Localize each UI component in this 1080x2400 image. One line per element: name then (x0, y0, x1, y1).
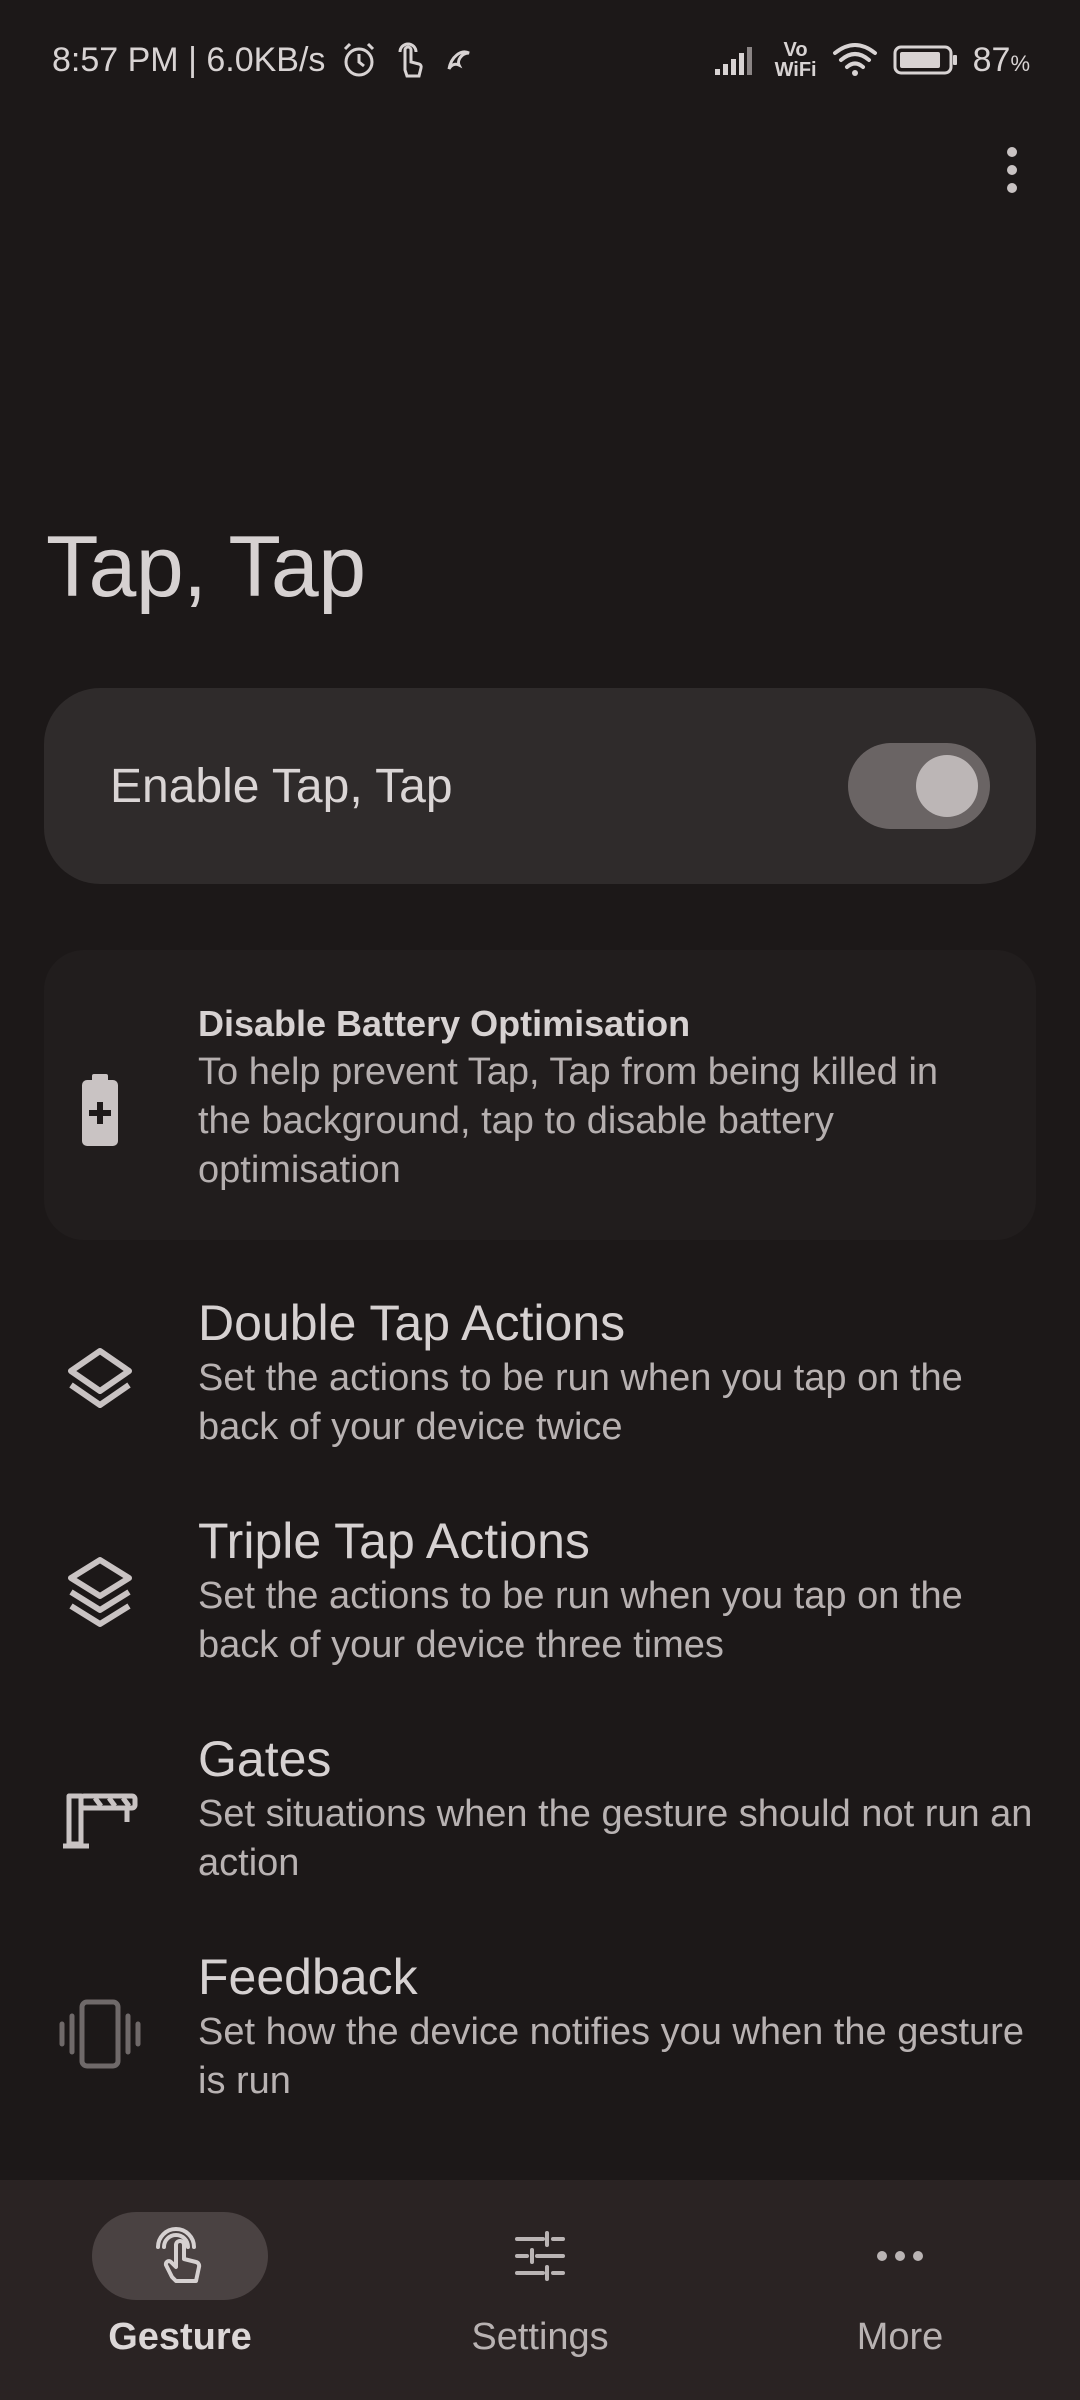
battery-plus-icon (52, 1062, 148, 1158)
battery-percent-value: 87 (972, 40, 1011, 79)
double-tap-desc: Set the actions to be run when you tap o… (198, 1357, 963, 1448)
double-tap-text: Double Tap Actions Set the actions to be… (198, 1292, 1040, 1452)
gates-title: Gates (198, 1731, 332, 1787)
gates-text: Gates Set situations when the gesture sh… (198, 1728, 1040, 1888)
vowifi-bottom-label: WiFi (774, 59, 817, 81)
battery-percent-text: 87% (973, 41, 1030, 80)
status-right: Vo WiFi 87% (713, 40, 1030, 80)
nav-label-more: More (856, 2316, 944, 2358)
gates-desc: Set situations when the gesture should n… (198, 1793, 1033, 1884)
nav-item-settings[interactable]: Settings (360, 2180, 720, 2400)
wifi-icon (831, 41, 879, 79)
enable-tap-toggle[interactable] (848, 743, 990, 829)
page-title: Tap, Tap (46, 519, 366, 615)
nav-settings-pill (452, 2212, 628, 2300)
sliders-icon (515, 2231, 565, 2281)
vowifi-icon: Vo WiFi (775, 40, 817, 80)
status-bar: 8:57 PM | 6.0KB/s Vo WiFi 87% (0, 0, 1080, 120)
feedback-desc: Set how the device notifies you when the… (198, 2011, 1024, 2102)
battery-percent-suffix: % (1010, 50, 1030, 76)
nav-label-gesture: Gesture (108, 2316, 252, 2358)
status-time-speed: 8:57 PM | 6.0KB/s (52, 40, 326, 79)
triple-tap-title: Triple Tap Actions (198, 1513, 590, 1569)
vibration-icon (52, 1986, 148, 2082)
gate-icon (52, 1770, 148, 1866)
feedback-text: Feedback Set how the device notifies you… (198, 1946, 1040, 2106)
layers-double-icon (52, 1332, 148, 1428)
more-vertical-icon (1007, 147, 1017, 193)
status-left: 8:57 PM | 6.0KB/s (52, 40, 475, 80)
toggle-knob (916, 755, 978, 817)
layers-triple-icon (52, 1548, 148, 1644)
triple-tap-desc: Set the actions to be run when you tap o… (198, 1575, 963, 1666)
more-horizontal-icon (877, 2251, 923, 2261)
enable-tap-card[interactable]: Enable Tap, Tap (44, 688, 1036, 884)
app-notification-icon (441, 43, 475, 77)
nav-gesture-pill (92, 2212, 268, 2300)
overflow-menu-button[interactable] (984, 140, 1040, 200)
feedback-title: Feedback (198, 1949, 418, 2005)
alarm-icon (339, 40, 379, 80)
enable-tap-label: Enable Tap, Tap (110, 759, 453, 813)
touch-gesture-icon (156, 2227, 202, 2283)
bottom-navigation: Gesture Settings More (0, 2180, 1080, 2400)
battery-optimisation-desc: To help prevent Tap, Tap from being kill… (198, 1051, 939, 1191)
nav-label-settings: Settings (471, 2316, 609, 2358)
vowifi-top-label: Vo (783, 39, 808, 61)
signal-icon (713, 43, 761, 77)
battery-optimisation-title: Disable Battery Optimisation (198, 1003, 691, 1044)
touch-icon (393, 40, 427, 80)
double-tap-title: Double Tap Actions (198, 1295, 626, 1351)
nav-item-more[interactable]: More (720, 2180, 1080, 2400)
battery-icon (893, 44, 959, 76)
battery-optimisation-text: Disable Battery Optimisation To help pre… (198, 1000, 1040, 1195)
nav-more-pill (812, 2212, 988, 2300)
nav-item-gesture[interactable]: Gesture (0, 2180, 360, 2400)
triple-tap-text: Triple Tap Actions Set the actions to be… (198, 1510, 1040, 1670)
